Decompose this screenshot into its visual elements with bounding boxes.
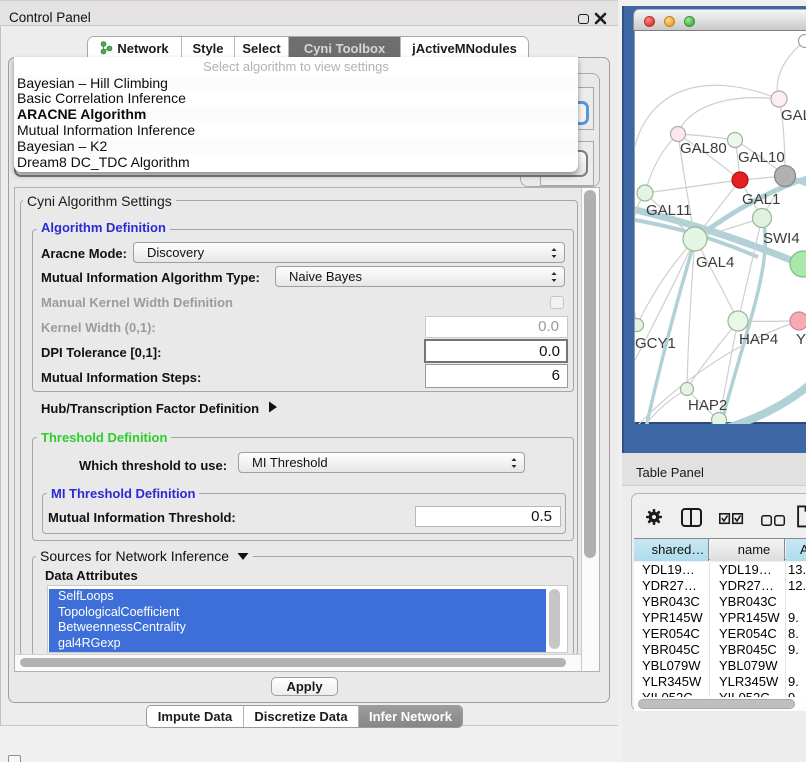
svg-text:SWI4: SWI4 — [763, 230, 800, 247]
svg-text:GAL10: GAL10 — [738, 149, 785, 166]
svg-text:HAP2: HAP2 — [688, 397, 727, 414]
svg-text:GAL: GAL — [781, 107, 806, 124]
svg-text:GAL11: GAL11 — [646, 202, 692, 219]
svg-text:GAL1: GAL1 — [742, 191, 780, 208]
svg-text:HAP4: HAP4 — [739, 331, 778, 348]
svg-text:Y: Y — [796, 331, 806, 348]
svg-text:GCY1: GCY1 — [635, 335, 676, 352]
svg-text:GAL80: GAL80 — [680, 140, 727, 157]
svg-text:GAL4: GAL4 — [696, 254, 734, 271]
